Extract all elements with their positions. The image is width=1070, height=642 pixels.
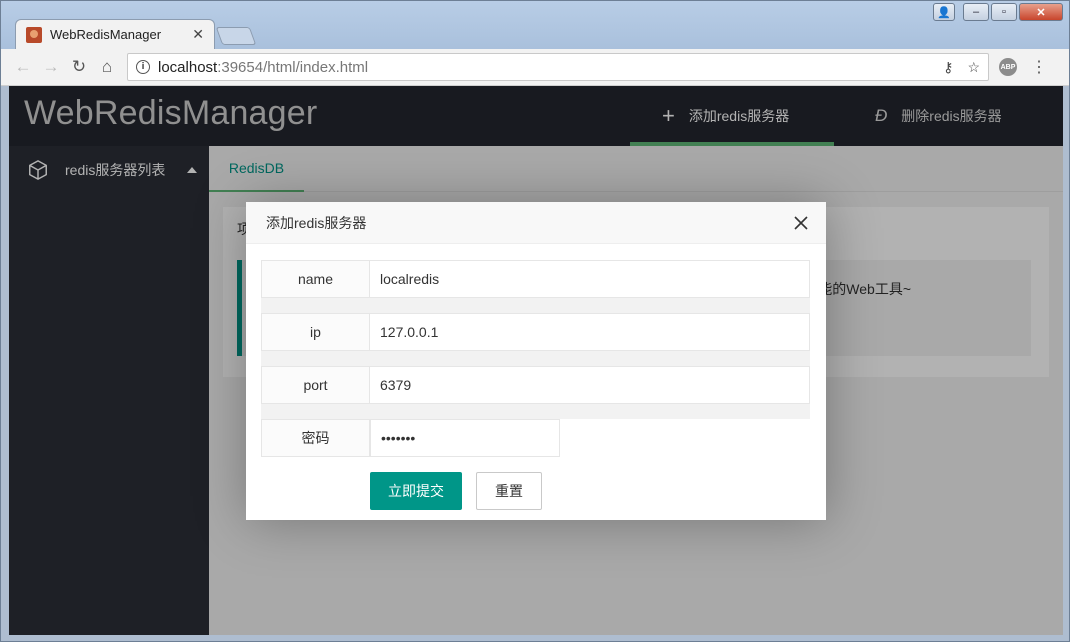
add-server-dialog: 添加redis服务器 name ip port 密码 ••••••• 立即提交	[246, 202, 826, 520]
close-icon[interactable]	[792, 214, 810, 232]
port-field[interactable]	[370, 366, 810, 404]
tab-strip: WebRedisManager ✕ 👤 – ▫ ✕	[1, 1, 1069, 49]
password-label: 密码	[261, 419, 370, 457]
maximize-button[interactable]: ▫	[991, 3, 1017, 21]
submit-button[interactable]: 立即提交	[370, 472, 462, 510]
address-bar[interactable]: i localhost :39654/html/index.html ⚷ ☆	[127, 53, 989, 81]
back-icon[interactable]: ←	[9, 53, 37, 81]
url-path: :39654/html/index.html	[217, 58, 369, 76]
user-icon[interactable]: 👤	[933, 3, 955, 21]
favicon-icon	[26, 26, 42, 43]
ip-label: ip	[261, 313, 370, 351]
port-label: port	[261, 366, 370, 404]
home-icon[interactable]: ⌂	[93, 53, 121, 81]
form-row-name: name	[261, 260, 810, 298]
omnibox-actions: ⚷ ☆	[943, 59, 980, 76]
close-window-button[interactable]: ✕	[1019, 3, 1063, 21]
ip-field[interactable]	[370, 313, 810, 351]
key-icon[interactable]: ⚷	[943, 59, 953, 76]
star-icon[interactable]: ☆	[967, 59, 980, 76]
new-tab-button[interactable]	[215, 27, 257, 45]
minimize-button[interactable]: –	[963, 3, 989, 21]
form-row-password: 密码 •••••••	[261, 419, 810, 457]
menu-icon[interactable]: ⋮	[1031, 57, 1047, 77]
browser-toolbar: ← → ↻ ⌂ i localhost :39654/html/index.ht…	[1, 49, 1069, 86]
tab-close-icon[interactable]: ✕	[192, 26, 204, 43]
browser-window: WebRedisManager ✕ 👤 – ▫ ✕ ← → ↻ ⌂ i loca…	[0, 0, 1070, 642]
url-host: localhost	[158, 58, 218, 76]
adblock-icon[interactable]: ABP	[999, 58, 1017, 76]
name-field[interactable]	[370, 260, 810, 298]
form-row-ip: ip	[261, 313, 810, 351]
browser-tab[interactable]: WebRedisManager ✕	[15, 19, 215, 49]
dialog-form: name ip port 密码 ••••••• 立即提交 重置	[261, 260, 810, 510]
dialog-title: 添加redis服务器	[246, 202, 826, 244]
tab-title: WebRedisManager	[50, 27, 162, 42]
name-label: name	[261, 260, 370, 298]
password-field[interactable]: •••••••	[370, 419, 560, 457]
window-controls: 👤 – ▫ ✕	[933, 3, 1063, 21]
info-icon[interactable]: i	[136, 60, 150, 74]
reset-button[interactable]: 重置	[476, 472, 542, 510]
reload-icon[interactable]: ↻	[65, 53, 93, 81]
forward-icon[interactable]: →	[37, 53, 65, 81]
form-row-port: port	[261, 366, 810, 404]
